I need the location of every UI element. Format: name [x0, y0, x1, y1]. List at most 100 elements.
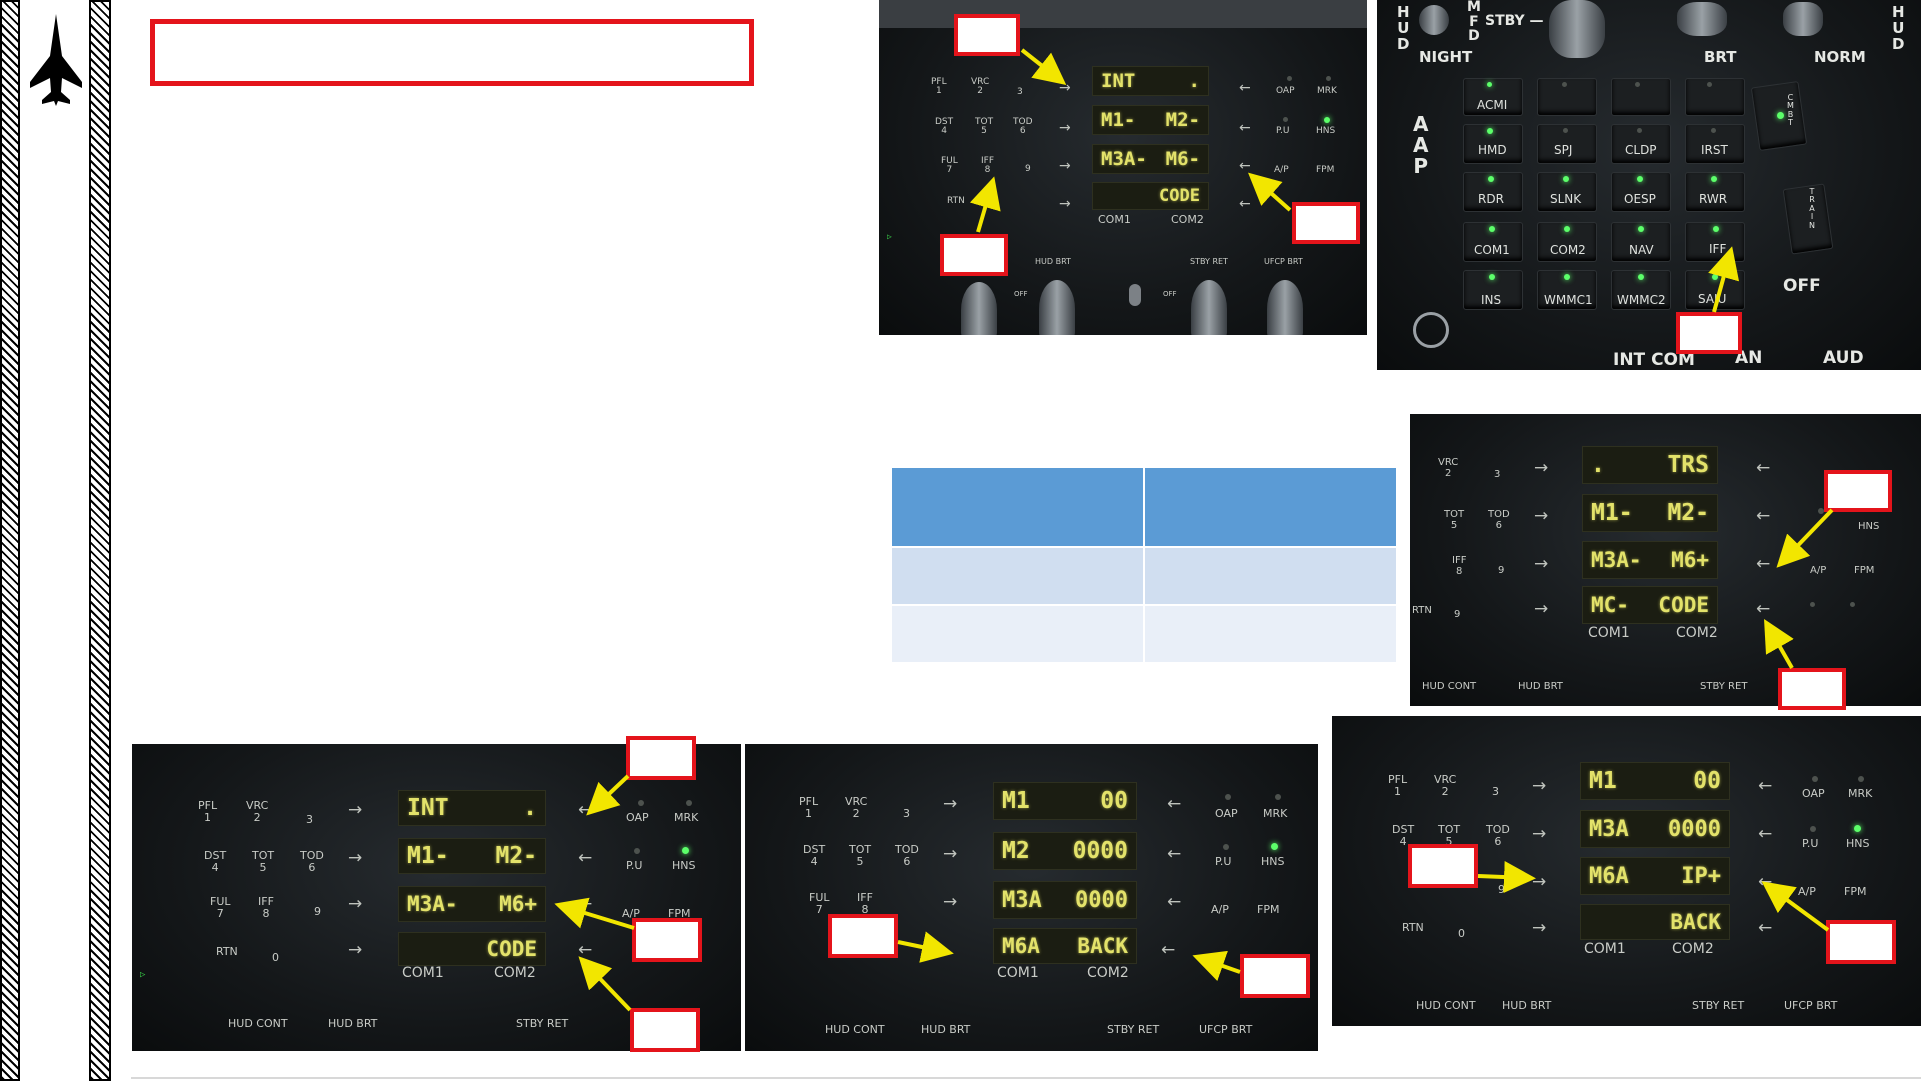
label-hns: HNS: [1261, 855, 1285, 868]
right-select-arrow[interactable]: ←: [1167, 844, 1181, 864]
key-9-alt[interactable]: 9: [1454, 609, 1460, 621]
right-select-arrow[interactable]: ←: [1758, 824, 1772, 844]
right-select-arrow[interactable]: ←: [1239, 158, 1251, 174]
key-0[interactable]: 0: [272, 952, 279, 964]
left-select-arrow[interactable]: →: [1534, 506, 1548, 526]
key-rtn[interactable]: RTN: [1402, 922, 1424, 934]
right-select-arrow[interactable]: ←: [1239, 80, 1251, 96]
right-select-arrow[interactable]: ←: [1756, 554, 1770, 574]
right-select-arrow[interactable]: ←: [1758, 872, 1772, 892]
key-dst[interactable]: DST 4: [935, 117, 953, 137]
right-select-arrow[interactable]: ←: [1167, 892, 1181, 912]
aap-button-blank[interactable]: [1611, 78, 1671, 116]
key-3[interactable]: 3: [903, 808, 910, 820]
hud-cont-knob[interactable]: [961, 282, 997, 335]
left-select-arrow[interactable]: →: [348, 800, 362, 820]
right-select-arrow[interactable]: ←: [1756, 599, 1770, 619]
key-9[interactable]: 9: [1498, 565, 1504, 577]
callout-box: [1824, 470, 1892, 512]
right-select-arrow[interactable]: ←: [1756, 506, 1770, 526]
key-rtn[interactable]: RTN: [947, 196, 965, 206]
right-select-arrow[interactable]: ←: [1756, 458, 1770, 478]
key-dst[interactable]: DST 4: [803, 844, 825, 867]
key-vrc[interactable]: VRC 2: [246, 800, 268, 823]
left-select-arrow[interactable]: →: [1532, 824, 1546, 844]
aap-button-blank[interactable]: [1537, 78, 1597, 116]
ufcp-brt-knob[interactable]: [1267, 280, 1303, 335]
key-tot[interactable]: TOT 5: [849, 844, 871, 867]
key-9[interactable]: 9: [1498, 884, 1505, 896]
left-select-arrow[interactable]: →: [1532, 918, 1546, 938]
right-select-arrow[interactable]: ←: [1167, 794, 1181, 814]
key-iff[interactable]: IFF 8: [981, 156, 994, 176]
key-tod[interactable]: TOD 6: [1486, 824, 1510, 847]
right-select-arrow[interactable]: ←: [1239, 120, 1251, 136]
toggle-switch[interactable]: [1129, 284, 1141, 306]
label-hns: HNS: [672, 859, 696, 872]
left-select-arrow[interactable]: →: [348, 894, 362, 914]
key-pfl[interactable]: PFL 1: [799, 796, 818, 819]
left-select-arrow[interactable]: →: [348, 848, 362, 868]
key-tod[interactable]: TOD 6: [1488, 509, 1510, 531]
key-tot[interactable]: TOT 5: [1444, 509, 1464, 531]
key-rtn[interactable]: RTN: [1412, 605, 1432, 617]
key-tod[interactable]: TOD 6: [895, 844, 919, 867]
aap-button-blank[interactable]: [1685, 78, 1745, 116]
key-vrc[interactable]: VRC 2: [1434, 774, 1456, 797]
left-select-arrow[interactable]: →: [1534, 599, 1548, 619]
key-ful[interactable]: FUL 7: [210, 896, 231, 919]
key-tot[interactable]: TOT 5: [975, 117, 993, 137]
key-vrc[interactable]: VRC 2: [971, 77, 989, 97]
left-select-arrow[interactable]: →: [1534, 458, 1548, 478]
left-select-arrow[interactable]: →: [943, 844, 957, 864]
left-select-arrow[interactable]: →: [1059, 196, 1071, 212]
left-select-arrow[interactable]: →: [348, 940, 362, 960]
key-ful[interactable]: FUL 7: [941, 156, 958, 176]
key-9[interactable]: 9: [314, 906, 321, 918]
right-select-arrow[interactable]: ←: [578, 848, 592, 868]
left-select-arrow[interactable]: →: [1059, 80, 1071, 96]
key-pfl[interactable]: PFL 1: [931, 77, 947, 97]
key-pfl[interactable]: PFL 1: [1388, 774, 1407, 797]
stby-knob[interactable]: [1549, 0, 1605, 58]
right-select-arrow[interactable]: ←: [578, 800, 592, 820]
norm-knob[interactable]: [1783, 2, 1823, 36]
left-select-arrow[interactable]: →: [943, 794, 957, 814]
left-select-arrow[interactable]: →: [1059, 120, 1071, 136]
key-vrc[interactable]: VRC 2: [1438, 457, 1458, 479]
key-3[interactable]: 3: [1494, 469, 1500, 481]
stby-ret-knob[interactable]: [1191, 280, 1227, 335]
label-off: OFF: [1014, 290, 1028, 298]
key-vrc[interactable]: VRC 2: [845, 796, 867, 819]
right-select-arrow[interactable]: ←: [1239, 196, 1251, 212]
right-select-arrow[interactable]: ←: [1161, 940, 1175, 960]
key-iff[interactable]: IFF 8: [1452, 555, 1466, 577]
key-iff[interactable]: IFF 8: [857, 892, 873, 915]
left-select-arrow[interactable]: →: [1059, 158, 1071, 174]
key-iff[interactable]: IFF 8: [258, 896, 274, 919]
key-pfl[interactable]: PFL 1: [198, 800, 217, 823]
key-3[interactable]: 3: [1492, 786, 1499, 798]
key-dst[interactable]: DST 4: [204, 850, 226, 873]
brt-knob[interactable]: [1677, 2, 1727, 36]
aap-button-train[interactable]: [1782, 183, 1834, 255]
left-select-arrow[interactable]: →: [1532, 872, 1546, 892]
left-select-arrow[interactable]: →: [1534, 554, 1548, 574]
key-9[interactable]: 9: [1025, 164, 1031, 174]
key-tod[interactable]: TOD 6: [1013, 117, 1033, 137]
right-select-arrow[interactable]: ←: [578, 940, 592, 960]
key-3[interactable]: 3: [1017, 87, 1023, 97]
left-select-arrow[interactable]: →: [1532, 776, 1546, 796]
key-3[interactable]: 3: [306, 814, 313, 826]
mode-knob-left[interactable]: [1419, 5, 1449, 35]
key-rtn[interactable]: RTN: [216, 946, 238, 958]
hud-brt-knob[interactable]: [1039, 280, 1075, 335]
left-select-arrow[interactable]: →: [943, 892, 957, 912]
key-tod[interactable]: TOD 6: [300, 850, 324, 873]
key-ful[interactable]: FUL 7: [809, 892, 830, 915]
right-select-arrow[interactable]: ←: [578, 894, 592, 914]
right-select-arrow[interactable]: ←: [1758, 776, 1772, 796]
key-0[interactable]: 0: [1458, 928, 1465, 940]
key-tot[interactable]: TOT 5: [252, 850, 274, 873]
right-select-arrow[interactable]: ←: [1758, 918, 1772, 938]
